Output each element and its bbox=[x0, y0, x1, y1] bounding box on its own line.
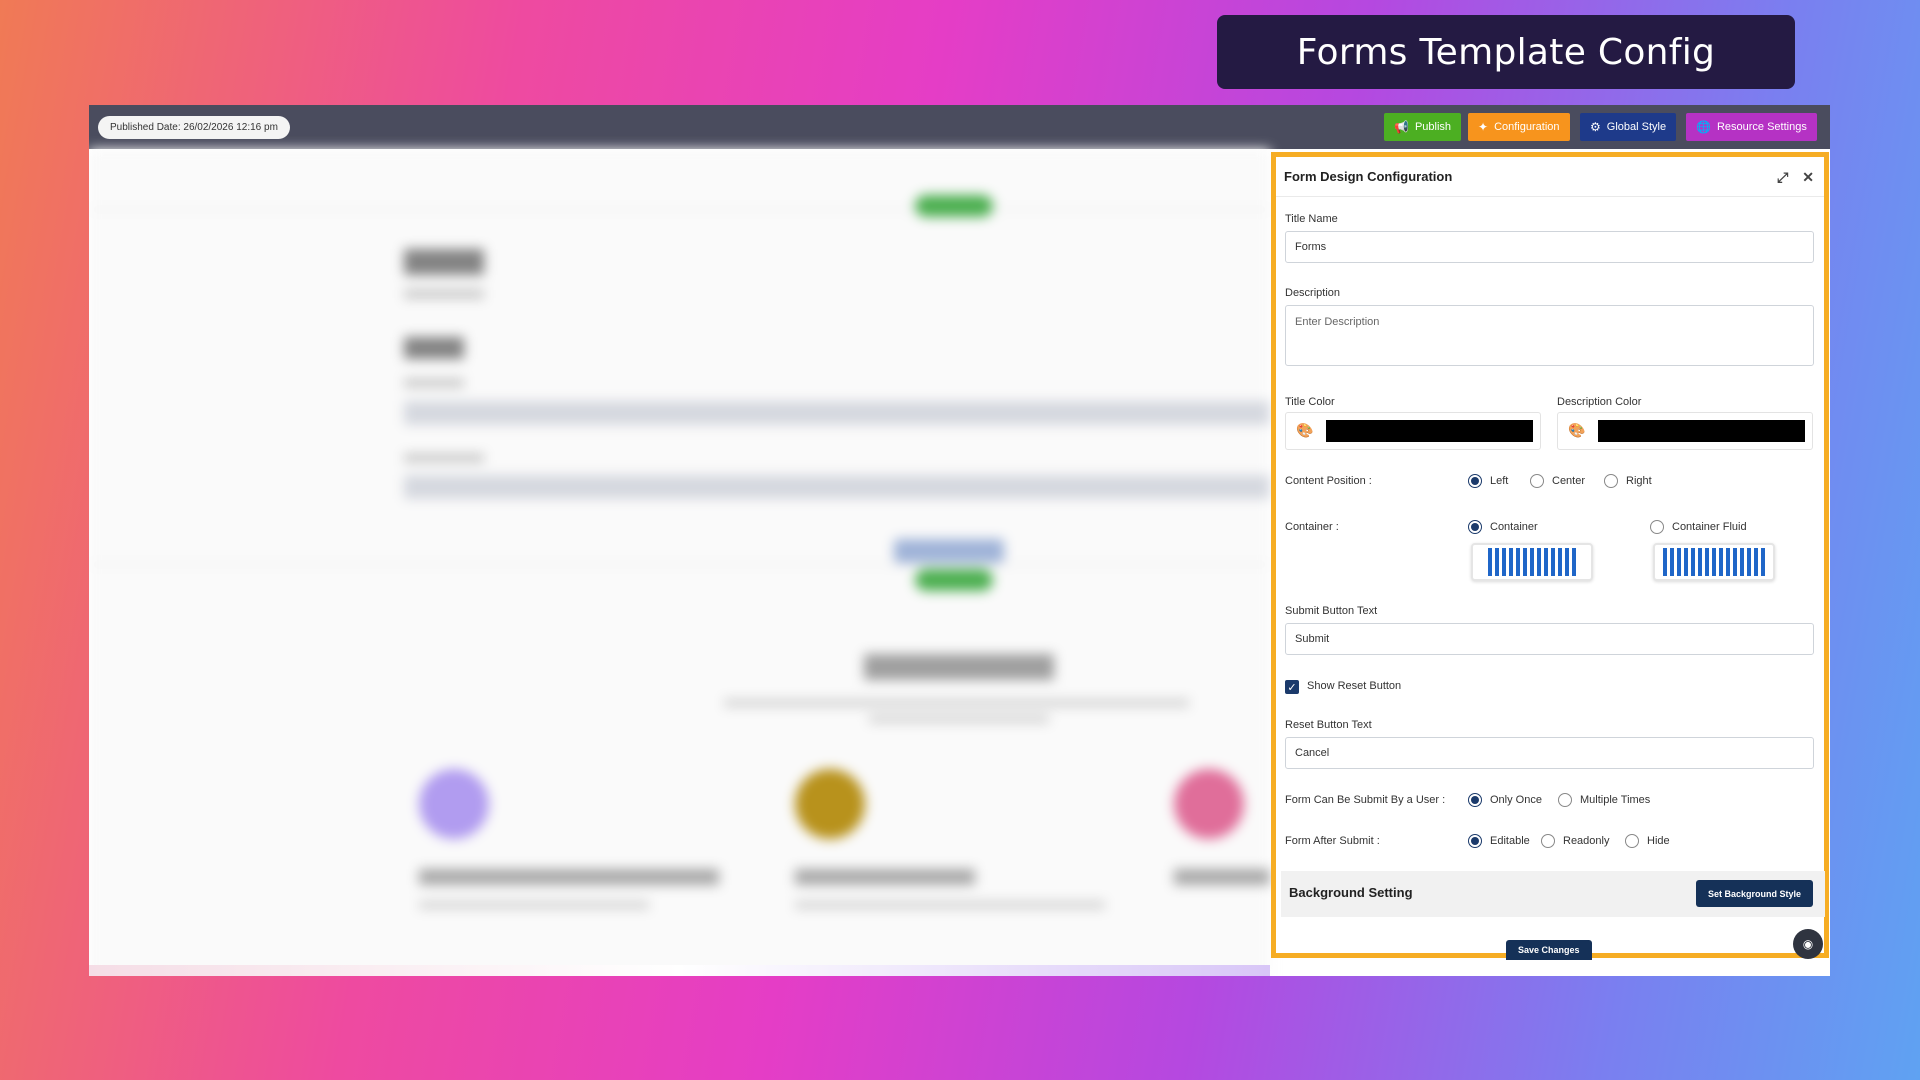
bottom-strip bbox=[89, 965, 1270, 976]
after-submit-editable[interactable]: Editable bbox=[1468, 834, 1530, 848]
radio-label: Container bbox=[1490, 521, 1538, 533]
submit-multiple-times[interactable]: Multiple Times bbox=[1558, 793, 1650, 807]
title-color-picker[interactable]: 🎨 bbox=[1285, 412, 1541, 450]
radio-unselected[interactable] bbox=[1650, 520, 1664, 534]
after-submit-readonly[interactable]: Readonly bbox=[1541, 834, 1609, 848]
background-setting-section: Background Setting Set Background Style bbox=[1281, 871, 1825, 917]
container-option-fluid[interactable]: Container Fluid bbox=[1650, 520, 1747, 534]
published-date-badge: Published Date: 26/02/2026 12:16 pm bbox=[98, 116, 290, 139]
submit-button-text-input[interactable]: Submit bbox=[1285, 623, 1814, 655]
palette-icon: 🎨 bbox=[1296, 422, 1314, 438]
description-color-picker[interactable]: 🎨 bbox=[1557, 412, 1813, 450]
radio-label: Multiple Times bbox=[1580, 794, 1651, 806]
form-design-config-panel: Form Design Configuration ⤢ ✕ Title Name… bbox=[1271, 152, 1829, 960]
submit-by-user-label: Form Can Be Submit By a User : bbox=[1285, 794, 1446, 806]
reset-button-text-input[interactable]: Cancel bbox=[1285, 737, 1814, 769]
configuration-button[interactable]: ✦ Configuration bbox=[1468, 113, 1570, 141]
expand-icon[interactable]: ⤢ bbox=[1777, 169, 1788, 186]
radio-label: Editable bbox=[1490, 835, 1530, 847]
radio-unselected[interactable] bbox=[1625, 834, 1639, 848]
after-submit-label: Form After Submit : bbox=[1285, 835, 1380, 847]
content-position-left[interactable]: Left bbox=[1468, 474, 1508, 488]
global-style-button[interactable]: ⚙ Global Style bbox=[1580, 113, 1677, 141]
save-changes-button[interactable]: Save Changes bbox=[1506, 940, 1592, 960]
eye-icon[interactable]: ◉ bbox=[1793, 929, 1823, 959]
panel-title: Form Design Configuration bbox=[1284, 169, 1453, 184]
radio-label: Readonly bbox=[1563, 835, 1610, 847]
gear-icon: ⚙ bbox=[1590, 120, 1601, 134]
megaphone-icon: 📢 bbox=[1394, 120, 1409, 134]
radio-selected[interactable] bbox=[1468, 793, 1482, 807]
configuration-label: Configuration bbox=[1494, 121, 1560, 133]
after-submit-hide[interactable]: Hide bbox=[1625, 834, 1670, 848]
radio-selected[interactable] bbox=[1468, 520, 1482, 534]
content-position-center[interactable]: Center bbox=[1530, 474, 1585, 488]
radio-selected[interactable] bbox=[1468, 474, 1482, 488]
title-name-input[interactable]: Forms bbox=[1285, 231, 1814, 263]
title-name-label: Title Name bbox=[1285, 213, 1338, 225]
container-layout-preview[interactable] bbox=[1471, 543, 1593, 581]
radio-label: Center bbox=[1552, 475, 1586, 487]
radio-label: Only Once bbox=[1490, 794, 1542, 806]
app-window: Published Date: 26/02/2026 12:16 pm 📢 Pu… bbox=[89, 105, 1830, 976]
publish-button[interactable]: 📢 Publish bbox=[1384, 113, 1462, 141]
panel-header: Form Design Configuration ⤢ ✕ bbox=[1276, 157, 1824, 197]
show-reset-label: Show Reset Button bbox=[1307, 680, 1402, 692]
publish-label: Publish bbox=[1414, 121, 1452, 133]
radio-label: Hide bbox=[1647, 835, 1670, 847]
globe-icon: 🌐 bbox=[1696, 120, 1711, 134]
radio-unselected[interactable] bbox=[1541, 834, 1555, 848]
show-reset-checkbox[interactable]: ✓ bbox=[1285, 680, 1299, 694]
top-toolbar: Published Date: 26/02/2026 12:16 pm 📢 Pu… bbox=[89, 105, 1830, 149]
preview-canvas bbox=[89, 149, 1270, 976]
radio-unselected[interactable] bbox=[1604, 474, 1618, 488]
description-textarea[interactable]: Enter Description bbox=[1285, 305, 1814, 366]
palette-icon: 🎨 bbox=[1568, 422, 1586, 438]
submit-button-text-label: Submit Button Text bbox=[1285, 605, 1378, 617]
container-fluid-layout-preview[interactable] bbox=[1653, 543, 1775, 581]
radio-label: Left bbox=[1490, 475, 1509, 487]
radio-selected[interactable] bbox=[1468, 834, 1482, 848]
set-background-style-button[interactable]: Set Background Style bbox=[1695, 880, 1813, 907]
description-label: Description bbox=[1285, 287, 1341, 299]
description-color-swatch[interactable] bbox=[1598, 420, 1805, 442]
content-position-label: Content Position : bbox=[1285, 475, 1372, 487]
radio-label: Right bbox=[1626, 475, 1652, 487]
container-option-container[interactable]: Container bbox=[1468, 520, 1538, 534]
banner-title: Forms Template Config bbox=[1217, 15, 1795, 89]
radio-unselected[interactable] bbox=[1530, 474, 1544, 488]
radio-unselected[interactable] bbox=[1558, 793, 1572, 807]
container-label: Container : bbox=[1285, 521, 1339, 533]
resource-settings-button[interactable]: 🌐 Resource Settings bbox=[1686, 113, 1817, 141]
title-color-label: Title Color bbox=[1285, 396, 1335, 408]
sparkle-icon: ✦ bbox=[1478, 120, 1489, 134]
resource-settings-label: Resource Settings bbox=[1716, 121, 1807, 133]
description-color-label: Description Color bbox=[1557, 396, 1642, 408]
title-color-swatch[interactable] bbox=[1326, 420, 1533, 442]
close-icon[interactable]: ✕ bbox=[1802, 169, 1814, 186]
background-setting-title: Background Setting bbox=[1289, 885, 1413, 900]
global-style-label: Global Style bbox=[1606, 121, 1667, 133]
content-position-right[interactable]: Right bbox=[1604, 474, 1652, 488]
reset-button-text-label: Reset Button Text bbox=[1285, 719, 1372, 731]
radio-label: Container Fluid bbox=[1672, 521, 1747, 533]
submit-only-once[interactable]: Only Once bbox=[1468, 793, 1542, 807]
